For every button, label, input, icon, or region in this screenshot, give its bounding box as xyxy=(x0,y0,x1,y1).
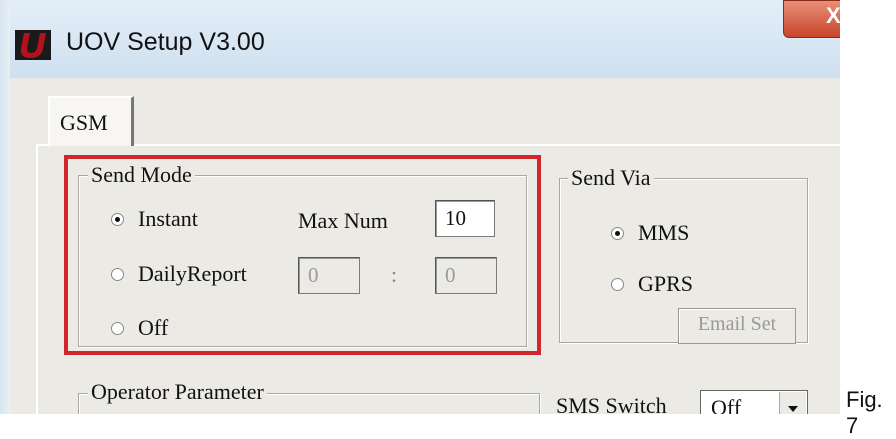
mms-radio[interactable] xyxy=(611,226,624,240)
setup-window: UOV Setup V3.00 X GSM Send Mode Instant … xyxy=(0,0,840,414)
mms-radio-option[interactable]: MMS xyxy=(611,219,689,247)
gprs-radio[interactable] xyxy=(611,277,624,291)
window-title: UOV Setup V3.00 xyxy=(66,28,265,56)
tab-gsm[interactable]: GSM xyxy=(48,96,134,146)
sms-switch-value: Off xyxy=(711,395,742,414)
chevron-down-icon[interactable] xyxy=(779,392,806,414)
sms-switch-label: SMS Switch xyxy=(556,393,667,414)
email-set-button: Email Set xyxy=(678,308,796,344)
send-mode-highlight-box xyxy=(64,155,541,355)
gprs-radio-option[interactable]: GPRS xyxy=(611,270,693,298)
window-border xyxy=(0,0,10,414)
close-button[interactable]: X xyxy=(783,0,840,38)
app-logo-icon xyxy=(15,30,51,60)
mms-label: MMS xyxy=(638,220,690,245)
sms-switch-select[interactable]: Off xyxy=(700,390,808,414)
figure-caption: Fig. 7 xyxy=(846,387,883,438)
gprs-label: GPRS xyxy=(638,271,694,296)
send-via-title: Send Via xyxy=(568,166,654,190)
operator-parameter-title: Operator Parameter xyxy=(88,380,267,404)
